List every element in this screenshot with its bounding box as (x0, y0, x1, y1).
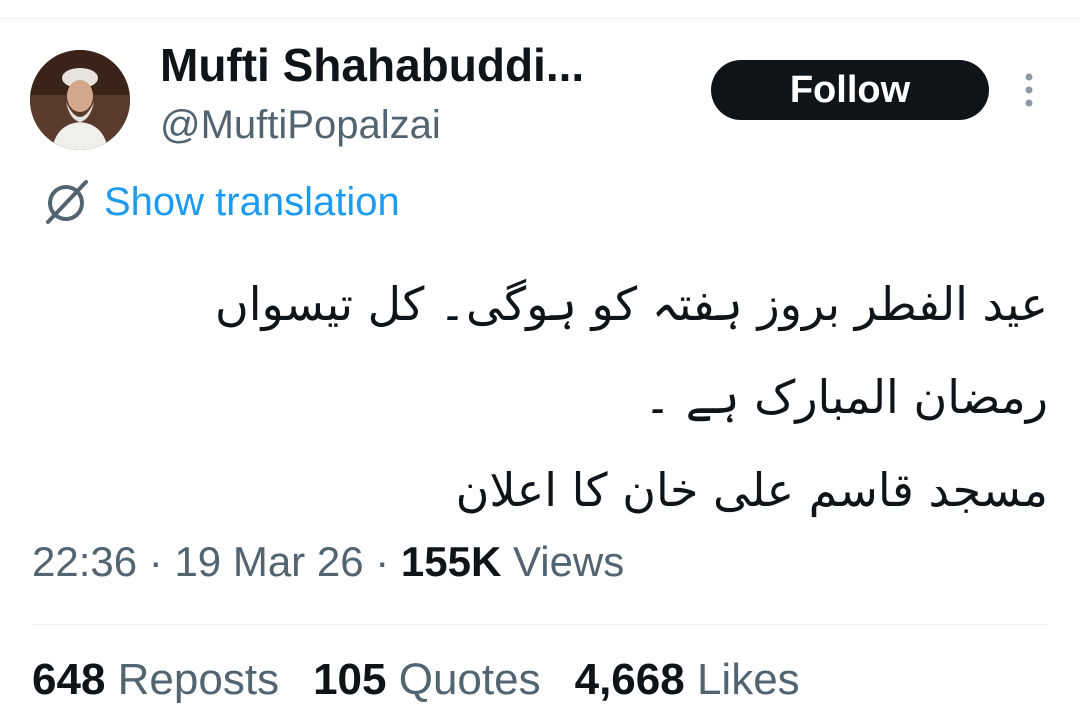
author-handle[interactable]: @MuftiPopalzai (160, 103, 441, 148)
show-translation-link[interactable]: Show translation (40, 176, 400, 228)
tweet-date[interactable]: 19 Mar 26 (174, 538, 363, 585)
views-count: 155K (400, 538, 502, 585)
views-label: Views (512, 538, 625, 585)
author-name[interactable]: Mufti Shahabuddi... (160, 38, 584, 92)
stats-divider (32, 624, 1048, 625)
tweet-meta: 22:36 · 19 Mar 26 · 155K Views (32, 538, 624, 586)
likes-stat[interactable]: 4,668 Likes (575, 655, 800, 705)
more-vertical-icon (1025, 73, 1033, 107)
quotes-label: Quotes (398, 655, 541, 704)
meta-separator: · (375, 538, 390, 585)
tweet-line: مسجد قاسم علی خان کا اعلان (455, 463, 1048, 517)
reposts-stat[interactable]: 648 Reposts (32, 655, 279, 705)
top-divider (0, 18, 1080, 19)
tweet-text: عید الفطر بروز ہفتہ کو ہوگی۔ کل تیسواں ر… (148, 258, 1048, 537)
reposts-label: Reposts (117, 655, 280, 704)
translate-globe-icon (46, 180, 88, 224)
avatar-photo (30, 50, 130, 150)
engagement-stats: 648 Reposts 105 Quotes 4,668 Likes (32, 655, 834, 705)
meta-separator: · (148, 538, 163, 585)
avatar[interactable] (30, 50, 130, 150)
likes-count: 4,668 (574, 655, 685, 704)
quotes-stat[interactable]: 105 Quotes (313, 655, 541, 705)
likes-label: Likes (696, 655, 800, 704)
tweet-line: عید الفطر بروز ہفتہ کو ہوگی۔ کل تیسواں (214, 277, 1048, 331)
reposts-count: 648 (32, 655, 106, 704)
tweet-line: رمضان المبارک ہے ۔ (644, 370, 1048, 424)
follow-button[interactable]: Follow (711, 60, 989, 120)
quotes-count: 105 (313, 655, 387, 704)
tweet-time[interactable]: 22:36 (32, 538, 137, 585)
more-options-button[interactable] (1014, 70, 1044, 110)
show-translation-label: Show translation (104, 179, 400, 224)
